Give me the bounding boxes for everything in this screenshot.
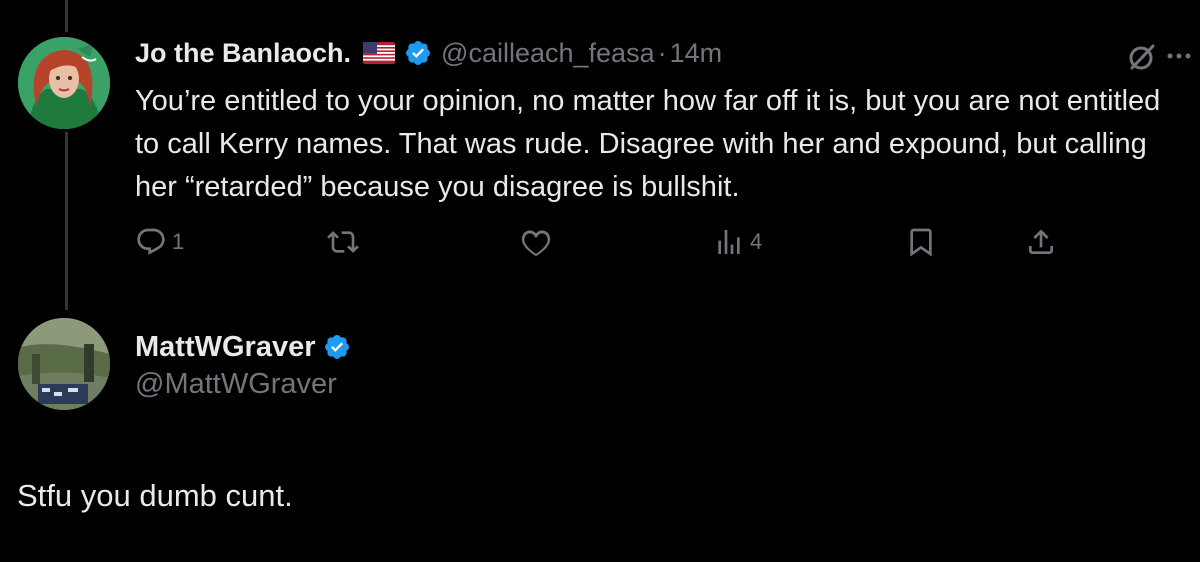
share-icon xyxy=(1029,229,1053,254)
tweet-actions: 1 4 xyxy=(135,222,1065,262)
us-flag-icon xyxy=(363,42,396,64)
timestamp[interactable]: 14m xyxy=(670,38,723,69)
repost-icon xyxy=(327,231,359,253)
views-count: 4 xyxy=(750,229,763,254)
tweet-text: Stfu you dumb cunt. xyxy=(17,478,293,513)
thread-line xyxy=(65,0,68,32)
thread-line xyxy=(65,132,68,310)
author-handle[interactable]: @cailleach_feasa xyxy=(441,38,655,69)
avatar[interactable] xyxy=(18,37,110,129)
tweet-header: Jo the Banlaoch. @cailleach_feasa · 14m xyxy=(135,32,722,74)
grok-icon[interactable] xyxy=(1123,40,1159,76)
more-options-icon[interactable] xyxy=(1164,40,1194,76)
share-button[interactable] xyxy=(1025,222,1057,262)
author-name[interactable]: Jo the Banlaoch. xyxy=(135,38,351,69)
repost-button[interactable] xyxy=(327,222,359,262)
avatar-illustration-icon xyxy=(18,37,110,129)
avatar[interactable] xyxy=(18,318,110,410)
views-chart-icon xyxy=(718,230,740,254)
reply-button[interactable]: 1 xyxy=(135,222,184,262)
avatar-photo-icon xyxy=(18,318,110,410)
author-name[interactable]: MattWGraver xyxy=(135,331,316,364)
reply-icon xyxy=(137,228,165,255)
verified-badge-icon[interactable] xyxy=(323,333,351,361)
heart-icon xyxy=(521,230,551,257)
tweet-header: MattWGraver xyxy=(135,325,351,369)
bookmark-button[interactable] xyxy=(905,222,937,262)
verified-badge-icon[interactable] xyxy=(404,39,432,67)
separator-dot: · xyxy=(657,37,667,68)
bookmark-icon xyxy=(910,228,932,257)
author-handle[interactable]: @MattWGraver xyxy=(135,368,337,401)
reply-count: 1 xyxy=(172,229,185,254)
views-button[interactable]: 4 xyxy=(713,222,762,262)
tweet-text: You’re entitled to your opinion, no matt… xyxy=(135,85,1161,203)
like-button[interactable] xyxy=(520,222,552,262)
